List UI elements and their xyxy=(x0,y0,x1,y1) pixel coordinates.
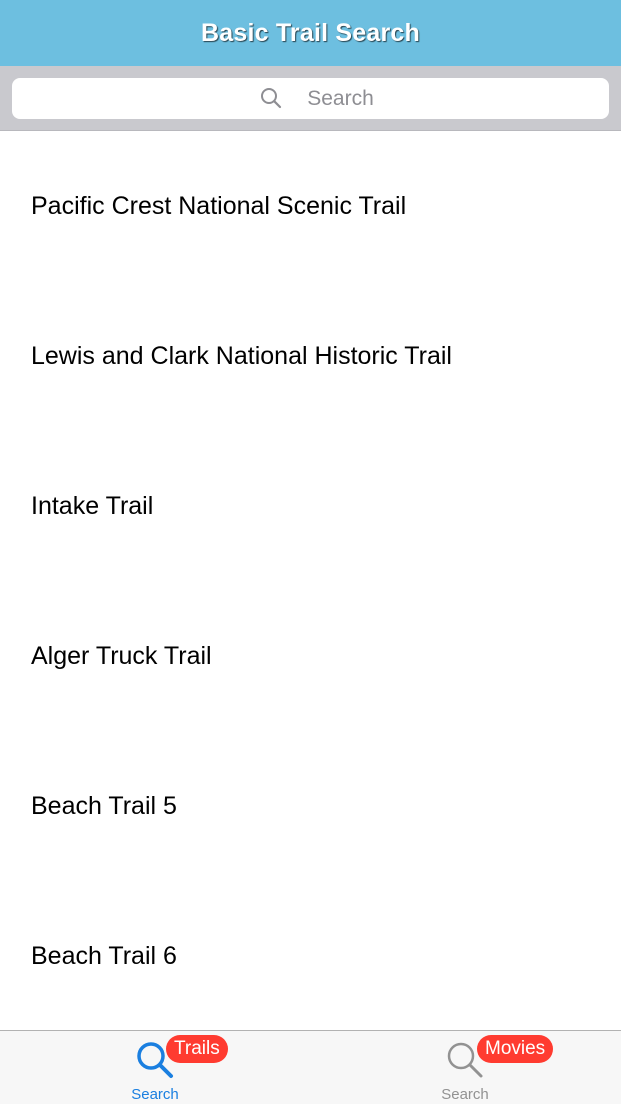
list-item[interactable]: Intake Trail xyxy=(0,432,621,582)
list-item[interactable]: Alger Truck Trail xyxy=(0,582,621,732)
trail-list: Pacific Crest National Scenic Trail Lewi… xyxy=(0,132,621,1030)
tab-trails-search[interactable]: Trails Search xyxy=(0,1031,310,1105)
navigation-bar: Basic Trail Search xyxy=(0,0,621,66)
tab-bar: Trails Search Movies Search xyxy=(0,1030,621,1104)
trail-name: Pacific Crest National Scenic Trail xyxy=(31,192,407,220)
tab-movies-search[interactable]: Movies Search xyxy=(310,1031,620,1105)
search-bar xyxy=(0,66,621,131)
tab-badge: Trails xyxy=(166,1035,228,1063)
list-item[interactable]: Beach Trail 5 xyxy=(0,732,621,882)
list-item[interactable]: Pacific Crest National Scenic Trail xyxy=(0,132,621,282)
trail-name: Intake Trail xyxy=(31,492,154,520)
trail-name: Beach Trail 6 xyxy=(31,942,177,970)
list-item[interactable]: Beach Trail 6 xyxy=(0,882,621,1030)
trail-name: Lewis and Clark National Historic Trail xyxy=(31,342,452,370)
list-item[interactable]: Lewis and Clark National Historic Trail xyxy=(0,282,621,432)
page-title: Basic Trail Search xyxy=(200,18,420,47)
trail-name: Alger Truck Trail xyxy=(31,642,212,670)
trail-name: Beach Trail 5 xyxy=(31,792,177,820)
search-field[interactable] xyxy=(12,78,609,119)
tab-label: Search xyxy=(131,1086,179,1103)
search-input[interactable] xyxy=(12,78,609,119)
tab-badge: Movies xyxy=(477,1035,554,1063)
tab-label: Search xyxy=(441,1086,489,1103)
